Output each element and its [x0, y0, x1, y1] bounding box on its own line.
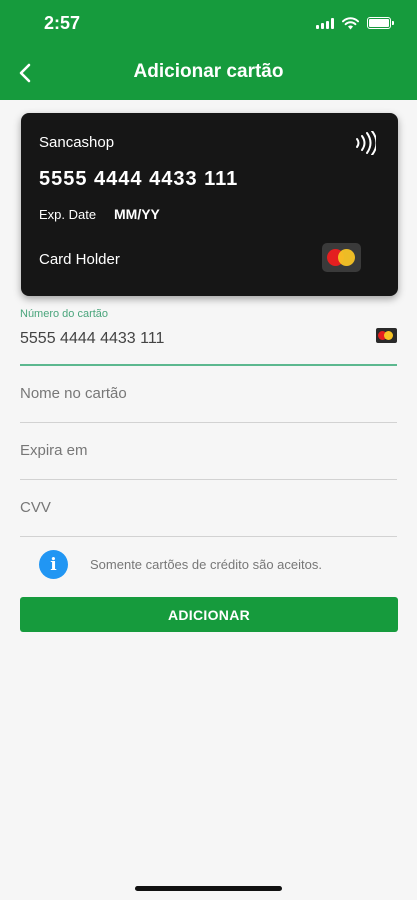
contactless-icon: [356, 131, 376, 155]
card-number-input[interactable]: [20, 330, 360, 348]
expiry-placeholder: Expira em: [20, 442, 88, 459]
card-name-field[interactable]: Nome no cartão: [20, 365, 397, 423]
info-icon: i: [39, 550, 68, 579]
card-exp-label: Exp. Date: [39, 207, 97, 222]
card-number-display: 5555 4444 4433 111: [39, 168, 239, 190]
card-holder: Card Holder: [39, 251, 120, 268]
expiry-field[interactable]: Expira em: [20, 422, 397, 480]
page-title: Adicionar cartão: [133, 61, 284, 82]
wifi-icon: [342, 16, 359, 29]
info-text: Somente cartões de crédito são aceitos.: [90, 557, 322, 572]
cvv-field[interactable]: CVV: [20, 479, 397, 537]
cvv-placeholder: CVV: [20, 499, 51, 516]
credit-card-preview: Sancashop 5555 4444 4433 111 Exp. Date M…: [21, 113, 398, 296]
card-number-field[interactable]: Número do cartão: [20, 308, 397, 366]
battery-icon: [367, 17, 394, 29]
add-card-button[interactable]: ADICIONAR: [20, 597, 398, 632]
app-header: 2:57 Adicionar cartão: [0, 0, 417, 100]
mastercard-icon: [322, 243, 361, 272]
status-icons: [316, 14, 394, 32]
info-notice: i Somente cartões de crédito são aceitos…: [39, 550, 322, 579]
card-brand: Sancashop: [39, 134, 115, 151]
status-time: 2:57: [44, 13, 81, 33]
card-number-label: Número do cartão: [20, 308, 109, 320]
card-exp-value: MM/YY: [114, 206, 160, 222]
mastercard-icon: [376, 328, 397, 343]
signal-icon: [316, 17, 334, 29]
card-name-placeholder: Nome no cartão: [20, 385, 127, 402]
home-indicator: [135, 886, 282, 891]
